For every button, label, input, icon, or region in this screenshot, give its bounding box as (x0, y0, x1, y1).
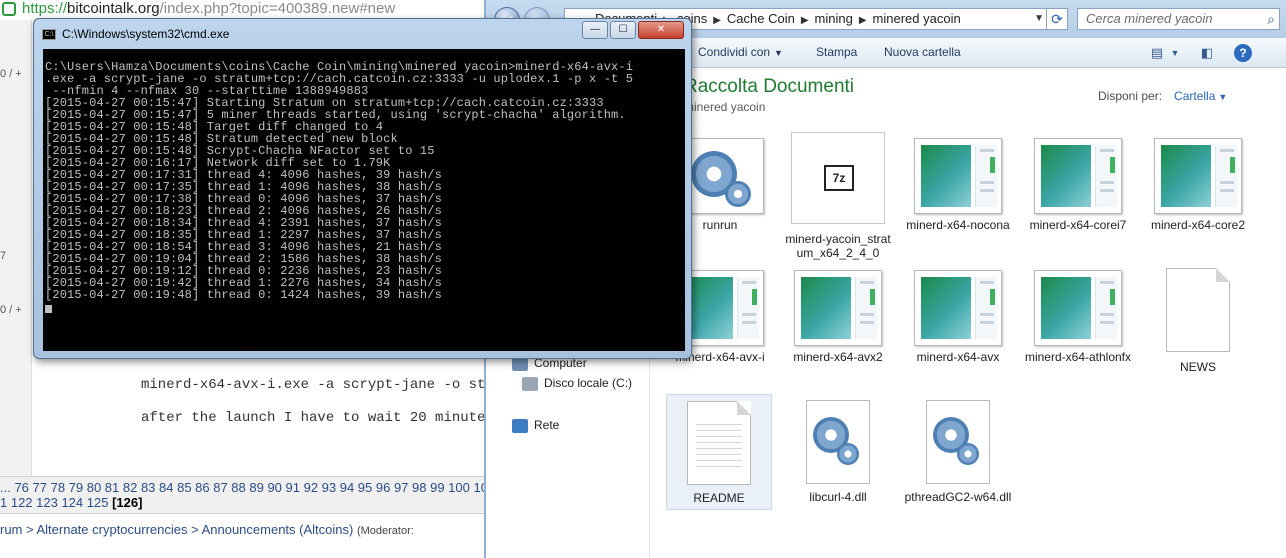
file-item[interactable]: minerd-x64-athlonfx (1018, 270, 1138, 364)
console-output[interactable]: C:\Users\Hamza\Documents\coins\Cache Coi… (43, 49, 685, 351)
share-label: Condividi con (698, 45, 771, 59)
arrange-by-label: Disponi per: (1098, 89, 1163, 103)
arrange-by-dropdown[interactable]: Cartella (1174, 89, 1215, 103)
file-name: minerd-x64-nocona (906, 218, 1010, 232)
pagination-pages[interactable]: 1 122 123 124 125 (0, 495, 112, 510)
url-path: /index.php?topic=400389.new#new (159, 0, 396, 17)
lock-icon (2, 2, 16, 16)
side-label: 0 / + (0, 68, 22, 80)
file-item[interactable]: minerd-x64-avx2 (778, 270, 898, 364)
address-crumb[interactable]: mining (815, 11, 853, 26)
console-cursor (45, 305, 52, 313)
dll-icon (806, 400, 870, 484)
cmd-title: C:\ C:\Windows\system32\cmd.exe (42, 27, 229, 41)
nav-item-network[interactable]: Rete (512, 418, 559, 433)
browser-url-bar[interactable]: https://bitcointalk.org/index.php?topic=… (0, 0, 486, 18)
network-icon (512, 418, 528, 433)
url-scheme: https:// (22, 0, 68, 17)
search-icon[interactable]: ⌕ (1267, 9, 1275, 29)
file-name: pthreadGC2-w64.dll (904, 490, 1012, 504)
executable-icon (914, 138, 1002, 214)
file-item[interactable]: NEWS (1138, 268, 1258, 374)
moderator-label: (Moderator: (356, 525, 414, 537)
console-line: [2015-04-27 00:19:48] thread 0: 1424 has… (45, 288, 442, 302)
address-crumb[interactable]: minered yacoin (873, 11, 961, 26)
file-item[interactable]: minerd-x64-core2 (1138, 138, 1258, 232)
cmd-title-text: C:\Windows\system32\cmd.exe (62, 27, 230, 41)
disk-icon (522, 376, 538, 391)
chevron-right-icon: ▶ (800, 15, 809, 26)
file-name: minerd-x64-corei7 (1029, 218, 1127, 232)
pagination-current: [126] (112, 495, 143, 510)
breadcrumb-path[interactable]: rum > Alternate cryptocurrencies > Annou… (0, 522, 357, 537)
file-name: libcurl-4.dll (809, 490, 867, 504)
file-name: minerd-x64-athlonfx (1024, 350, 1132, 364)
file-name: minerd-x64-core2 (1150, 218, 1246, 232)
console-text: C:\Users\Hamza\Documents\coins\Cache Coi… (45, 61, 633, 313)
chevron-down-icon[interactable]: ▼ (1218, 92, 1227, 102)
document-icon (687, 401, 751, 485)
side-label: 7 (0, 250, 7, 262)
url-domain: bitcointalk.org (67, 0, 160, 17)
file-name: minerd-x64-avx2 (793, 350, 883, 364)
share-button[interactable]: Condividi con ▼ (698, 45, 783, 59)
file-name: minerd-x64-avx (916, 350, 1000, 364)
minimize-button[interactable]: — (582, 21, 608, 39)
help-icon[interactable]: ? (1234, 44, 1252, 62)
cmd-window[interactable]: C:\ C:\Windows\system32\cmd.exe — ☐ ✕ C:\… (33, 18, 692, 359)
file-name: NEWS (1180, 360, 1216, 374)
file-name: README (693, 491, 745, 505)
search-input[interactable]: Cerca minered yacoin ⌕ (1077, 8, 1280, 30)
pagination-row[interactable]: 1 122 123 124 125 [126] (0, 495, 142, 510)
archive-icon: 7z (791, 132, 885, 224)
executable-icon (1034, 138, 1122, 214)
file-name: minerd-yacoin_stratum_x64_2_4_0 (785, 232, 891, 260)
pagination-row[interactable]: ... 76 77 78 79 80 81 82 83 84 85 86 87 … (0, 480, 488, 495)
preview-pane-icon[interactable]: ◧ (1198, 44, 1216, 62)
print-button[interactable]: Stampa (816, 45, 857, 59)
file-item[interactable]: README (666, 394, 772, 510)
nav-item-label: Rete (534, 418, 560, 432)
console-icon: C:\ (42, 29, 56, 41)
file-item[interactable]: minerd-x64-corei7 (1018, 138, 1138, 232)
nav-item-label: Disco locale (C:) (544, 376, 633, 390)
file-item[interactable]: minerd-x64-avx (898, 270, 1018, 364)
file-item[interactable]: minerd-x64-nocona (898, 138, 1018, 232)
pagination: ... 76 77 78 79 80 81 82 83 84 85 86 87 … (0, 476, 488, 514)
view-options-icon[interactable]: ▤ (1148, 44, 1166, 62)
file-item[interactable]: pthreadGC2-w64.dll (898, 400, 1018, 504)
search-placeholder: Cerca minered yacoin (1086, 11, 1213, 26)
chevron-right-icon: ▶ (713, 15, 721, 26)
close-button[interactable]: ✕ (638, 21, 684, 39)
library-title: Raccolta Documenti (684, 76, 855, 97)
chevron-down-icon[interactable]: ▼ (1034, 9, 1044, 29)
executable-icon (914, 270, 1002, 346)
post-sidebar: 0 / + 7 0 / + (0, 20, 32, 480)
breadcrumb[interactable]: rum > Alternate cryptocurrencies > Annou… (0, 522, 414, 537)
maximize-button[interactable]: ☐ (610, 21, 636, 39)
dll-icon (926, 400, 990, 484)
library-subtitle: minered yacoin (684, 100, 766, 114)
file-item[interactable]: libcurl-4.dll (778, 400, 898, 504)
arrange-by: Disponi per: Cartella ▼ (1098, 89, 1227, 103)
chevron-down-icon: ▼ (774, 48, 783, 58)
refresh-button[interactable]: ⟳ (1046, 8, 1068, 30)
side-label: 0 / + (0, 304, 22, 316)
new-folder-button[interactable]: Nuova cartella (884, 45, 961, 59)
chevron-down-icon[interactable]: ▼ (1166, 44, 1184, 62)
chevron-right-icon: ▶ (858, 15, 867, 26)
nav-item-local-disk[interactable]: Disco locale (C:) (522, 376, 632, 391)
address-crumb[interactable]: Cache Coin (727, 11, 795, 26)
executable-icon (794, 270, 882, 346)
file-item[interactable]: 7z minerd-yacoin_stratum_x64_2_4_0 (778, 132, 898, 260)
executable-icon (1154, 138, 1242, 214)
document-icon (1166, 268, 1230, 352)
executable-icon (1034, 270, 1122, 346)
